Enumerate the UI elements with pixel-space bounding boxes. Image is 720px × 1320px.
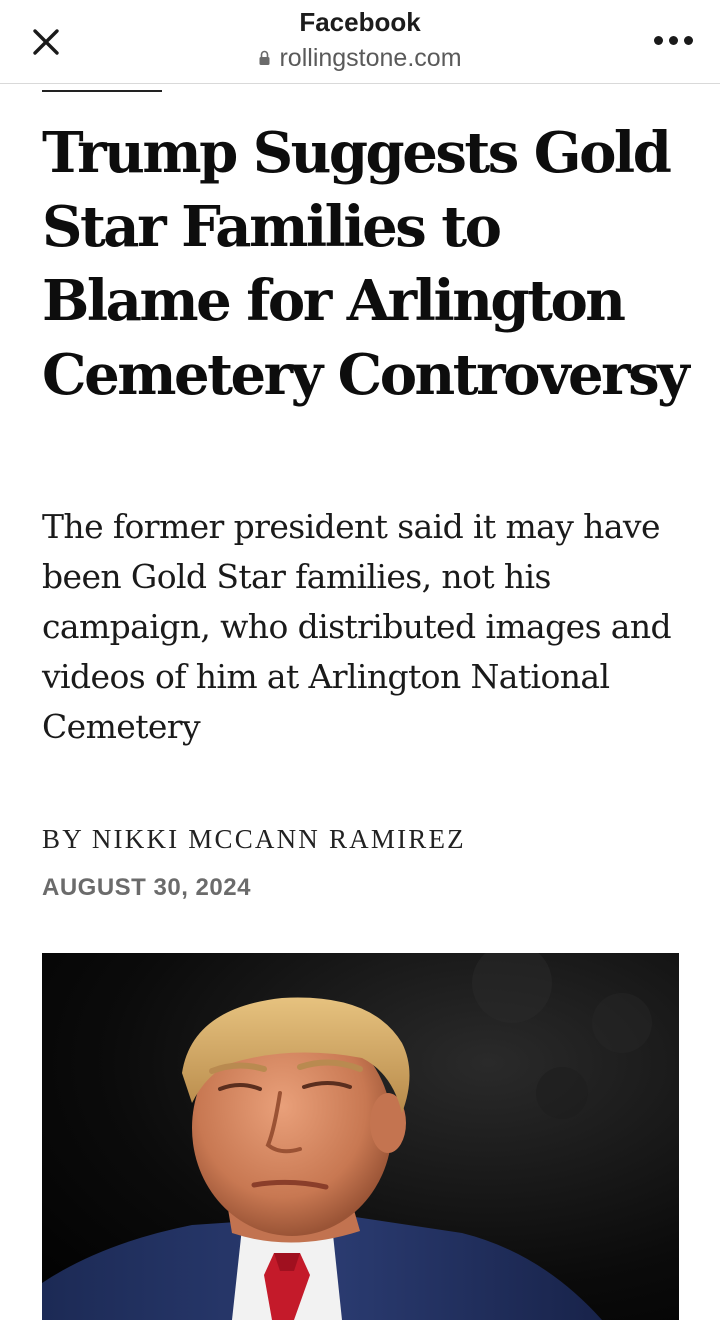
headline-divider — [42, 90, 162, 92]
more-options-button[interactable] — [642, 18, 704, 62]
url-row[interactable]: rollingstone.com — [160, 40, 560, 76]
url-text: rollingstone.com — [279, 44, 462, 72]
article-byline[interactable]: BY NIKKI MCCANN RAMIREZ — [42, 824, 692, 855]
more-options-icon — [653, 35, 663, 45]
browser-top-bar: Facebook rollingstone.com — [0, 0, 720, 84]
portrait-photo — [42, 953, 652, 1320]
app-title: Facebook — [299, 7, 421, 37]
close-icon — [33, 29, 59, 55]
more-options-icon — [683, 35, 693, 45]
article-headline: Trump Suggests Gold Star Families to Bla… — [42, 120, 690, 408]
close-button[interactable] — [22, 18, 70, 66]
more-options-icon — [668, 35, 678, 45]
page-title-block: Facebook rollingstone.com — [160, 4, 560, 76]
article-date: AUGUST 30, 2024 — [42, 874, 251, 901]
hero-image[interactable] — [42, 953, 679, 1320]
article-subheadline: The former president said it may have be… — [42, 507, 672, 746]
lock-icon — [259, 50, 270, 65]
